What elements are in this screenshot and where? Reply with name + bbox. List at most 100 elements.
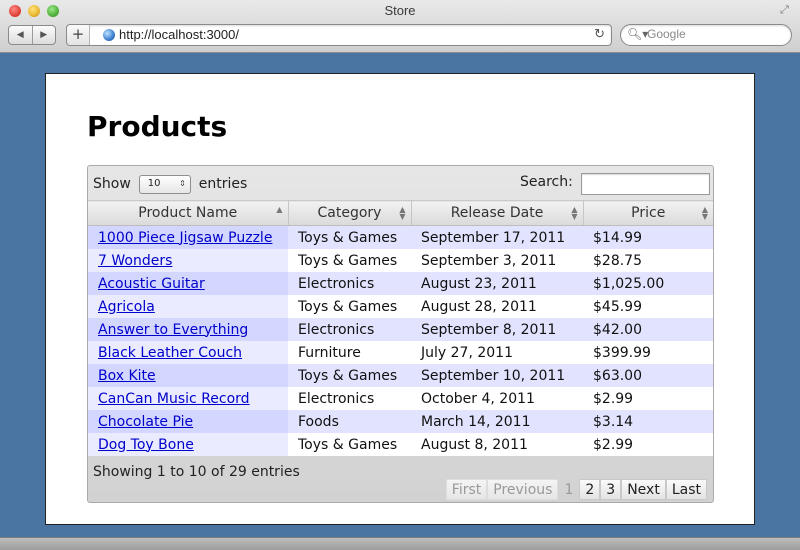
window-title: Store xyxy=(384,3,416,18)
cell-product-name: Black Leather Couch xyxy=(88,341,288,364)
cell-category: Toys & Games xyxy=(288,433,411,456)
cell-price: $399.99 xyxy=(583,341,713,364)
window-titlebar: Store ⤢ ◀ ▶ + http://localhost:3000/ ↻ 🔍… xyxy=(0,0,800,53)
column-header-price[interactable]: Price ▲ ▼ xyxy=(583,200,713,226)
sort-both-icon: ▲ ▼ xyxy=(701,205,708,221)
cell-release-date: March 14, 2011 xyxy=(411,410,583,433)
cell-price: $14.99 xyxy=(583,225,713,249)
datatable-header: Show 10 ⇕ entries Search: xyxy=(88,166,713,200)
last-page-button[interactable]: Last xyxy=(665,479,707,500)
cell-category: Electronics xyxy=(288,387,411,410)
cell-category: Toys & Games xyxy=(288,364,411,387)
cell-category: Foods xyxy=(288,410,411,433)
next-page-button[interactable]: Next xyxy=(621,479,666,500)
column-header-release-date[interactable]: Release Date ▲ ▼ xyxy=(411,200,584,226)
window-bottom-bar xyxy=(0,537,800,550)
cell-price: $2.99 xyxy=(583,387,713,410)
cell-category: Electronics xyxy=(288,272,411,295)
add-bookmark-button[interactable]: + xyxy=(67,25,90,45)
table-row: Box Kite Toys & Games September 10, 2011 $6… xyxy=(88,364,713,387)
product-link[interactable]: Box Kite xyxy=(98,368,156,384)
table-row: Agricola Toys & Games August 28, 2011 $45.9… xyxy=(88,295,713,318)
cell-price: $3.14 xyxy=(583,410,713,433)
table-info: Showing 1 to 10 of 29 entries xyxy=(93,464,300,480)
cell-product-name: 1000 Piece Jigsaw Puzzle xyxy=(88,225,288,249)
page-content: Products Show 10 ⇕ entries Search: Produ… xyxy=(45,73,755,525)
cell-release-date: September 17, 2011 xyxy=(411,225,583,249)
cell-release-date: September 10, 2011 xyxy=(411,364,583,387)
browser-search-field[interactable]: 🔍︎▾ Google xyxy=(620,24,792,46)
cell-price: $2.99 xyxy=(583,433,713,456)
cell-category: Furniture xyxy=(288,341,411,364)
column-header-product-name[interactable]: Product Name ▲ xyxy=(88,200,289,226)
search-label: Search: xyxy=(520,174,573,190)
table-row: Dog Toy Bone Toys & Games August 8, 2011 $2… xyxy=(88,433,713,456)
table-row: Acoustic Guitar Electronics August 23, 201… xyxy=(88,272,713,295)
cell-release-date: September 8, 2011 xyxy=(411,318,583,341)
show-label: Show xyxy=(93,175,131,192)
forward-icon: ▶ xyxy=(40,30,48,40)
sort-ascending-icon: ▲ xyxy=(276,205,283,214)
cell-release-date: August 8, 2011 xyxy=(411,433,583,456)
table-row: Chocolate Pie Foods March 14, 2011 $3.14 xyxy=(88,410,713,433)
cell-price: $28.75 xyxy=(583,249,713,272)
page-2-button[interactable]: 2 xyxy=(579,479,601,500)
products-table: Product Name ▲ Category ▲ ▼ Release Date ▲ ▼ … xyxy=(88,200,713,456)
cell-product-name: 7 Wonders xyxy=(88,249,288,272)
reload-icon[interactable]: ↻ xyxy=(594,27,605,43)
first-page-button[interactable]: First xyxy=(445,479,488,500)
table-row: 7 Wonders Toys & Games September 3, 2011 $2… xyxy=(88,249,713,272)
table-row: CanCan Music Record Electronics October 4,… xyxy=(88,387,713,410)
back-button[interactable]: ◀ xyxy=(9,26,32,44)
table-row: Answer to Everything Electronics September… xyxy=(88,318,713,341)
products-datatable: Show 10 ⇕ entries Search: Product Name ▲ … xyxy=(87,165,714,503)
page-3-button[interactable]: 3 xyxy=(600,479,622,500)
column-label: Price xyxy=(631,205,666,221)
nav-buttons: ◀ ▶ xyxy=(8,25,56,45)
back-icon: ◀ xyxy=(16,30,24,40)
cell-category: Toys & Games xyxy=(288,249,411,272)
product-link[interactable]: 1000 Piece Jigsaw Puzzle xyxy=(98,230,272,246)
search-placeholder: Google xyxy=(647,27,686,41)
table-header-row: Product Name ▲ Category ▲ ▼ Release Date ▲ ▼ … xyxy=(88,200,713,226)
product-link[interactable]: Chocolate Pie xyxy=(98,414,193,430)
select-arrows-icon: ⇕ xyxy=(179,179,186,188)
page-1-button[interactable]: 1 xyxy=(558,479,579,500)
pagination: First Previous 1 2 3 Next Last xyxy=(445,479,707,500)
product-link[interactable]: 7 Wonders xyxy=(98,253,172,269)
cell-product-name: Chocolate Pie xyxy=(88,410,288,433)
table-row: 1000 Piece Jigsaw Puzzle Toys & Games Sept… xyxy=(88,225,713,249)
table-search-input[interactable] xyxy=(581,173,710,195)
page-title: Products xyxy=(87,110,228,143)
datatable-footer: Showing 1 to 10 of 29 entries First Prev… xyxy=(88,456,713,502)
cell-release-date: August 28, 2011 xyxy=(411,295,583,318)
previous-page-button[interactable]: Previous xyxy=(487,479,559,500)
cell-release-date: September 3, 2011 xyxy=(411,249,583,272)
cell-product-name: Acoustic Guitar xyxy=(88,272,288,295)
cell-release-date: August 23, 2011 xyxy=(411,272,583,295)
table-body: 1000 Piece Jigsaw Puzzle Toys & Games Sept… xyxy=(88,225,713,456)
cell-product-name: Agricola xyxy=(88,295,288,318)
product-link[interactable]: CanCan Music Record xyxy=(98,391,250,407)
product-link[interactable]: Acoustic Guitar xyxy=(98,276,205,292)
entries-per-page-value: 10 xyxy=(147,178,161,189)
column-header-category[interactable]: Category ▲ ▼ xyxy=(288,200,412,226)
sort-both-icon: ▲ ▼ xyxy=(571,205,578,221)
product-link[interactable]: Answer to Everything xyxy=(98,322,248,338)
table-row: Black Leather Couch Furniture July 27, 201… xyxy=(88,341,713,364)
address-bar[interactable]: + http://localhost:3000/ ↻ xyxy=(66,24,612,46)
forward-button[interactable]: ▶ xyxy=(31,26,56,44)
cell-product-name: CanCan Music Record xyxy=(88,387,288,410)
cell-price: $42.00 xyxy=(583,318,713,341)
entries-per-page-select[interactable]: 10 ⇕ xyxy=(138,175,191,194)
fullscreen-icon[interactable]: ⤢ xyxy=(780,4,792,16)
cell-category: Electronics xyxy=(288,318,411,341)
cell-product-name: Dog Toy Bone xyxy=(88,433,288,456)
product-link[interactable]: Black Leather Couch xyxy=(98,345,242,361)
url-text[interactable]: http://localhost:3000/ xyxy=(119,26,239,44)
globe-icon xyxy=(103,29,115,41)
product-link[interactable]: Dog Toy Bone xyxy=(98,437,194,453)
column-label: Category xyxy=(317,205,382,221)
column-label: Product Name xyxy=(138,205,238,221)
product-link[interactable]: Agricola xyxy=(98,299,155,315)
